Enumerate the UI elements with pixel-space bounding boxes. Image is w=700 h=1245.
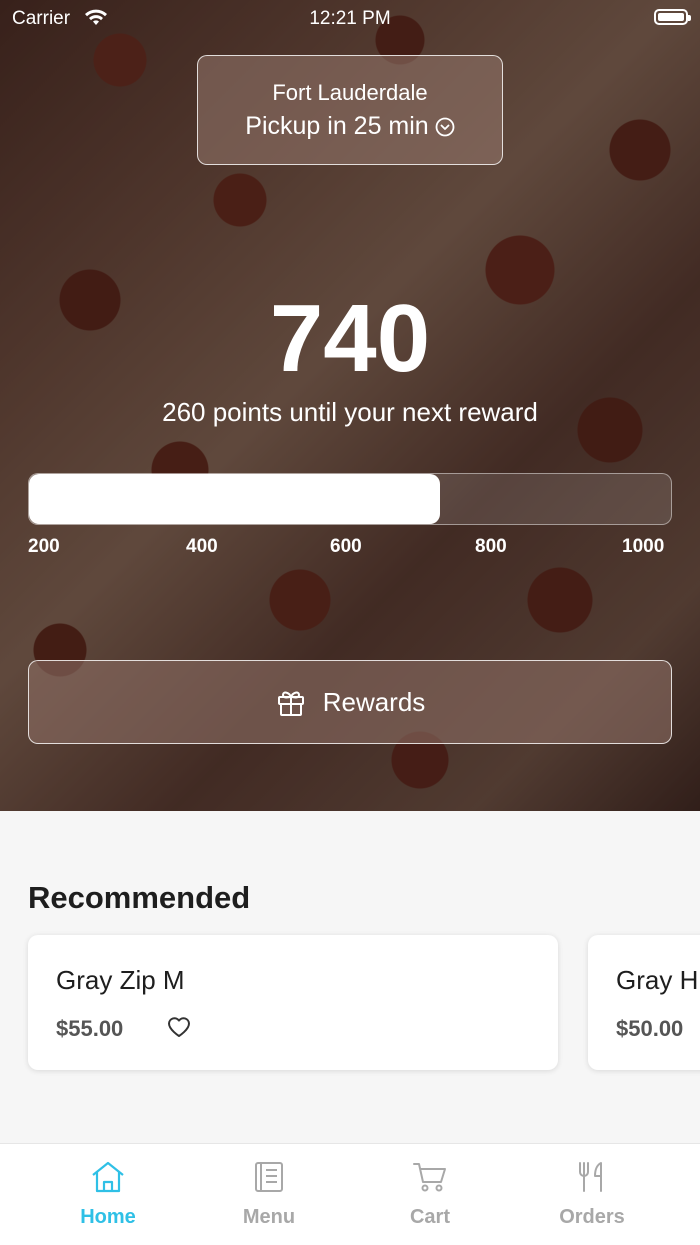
tab-cart-label: Cart: [409, 1206, 450, 1228]
rewards-button[interactable]: Rewards: [28, 660, 672, 744]
gift-icon: [277, 691, 304, 716]
chevron-down-circle-icon: [435, 117, 455, 137]
progress-tick-200: 200: [28, 536, 60, 557]
product-name: Gray Zip M: [56, 965, 185, 995]
rewards-progress-bar: [28, 473, 672, 525]
orders-icon: [579, 1162, 602, 1192]
pickup-time-label: Pickup in 25 min: [245, 112, 429, 140]
product-name: Gray H: [616, 965, 699, 995]
menu-icon: [255, 1162, 283, 1192]
tab-cart[interactable]: Cart: [360, 1160, 500, 1229]
status-bar: Carrier 12:21 PM: [0, 6, 700, 30]
heart-icon[interactable]: [166, 1015, 192, 1044]
location-city: Fort Lauderdale: [272, 80, 428, 105]
progress-tick-800: 800: [475, 536, 507, 557]
tab-home[interactable]: Home: [38, 1160, 178, 1229]
rewards-progress-fill: [29, 474, 440, 524]
tab-bar: Home Menu Cart Orders: [0, 1143, 700, 1245]
tab-orders-label: Orders: [559, 1206, 625, 1228]
battery-icon: [654, 9, 691, 25]
rewards-button-label: Rewards: [322, 686, 426, 717]
cart-icon: [413, 1163, 446, 1192]
progress-tick-600: 600: [330, 536, 362, 557]
pickup-time: Pickup in 25 min: [198, 112, 502, 141]
status-time: 12:21 PM: [309, 8, 391, 29]
progress-tick-400: 400: [186, 536, 218, 557]
recommended-heading: Recommended: [28, 880, 251, 915]
tab-home-label: Home: [80, 1206, 136, 1228]
product-price: $55.00: [56, 1016, 124, 1041]
tab-menu-label: Menu: [242, 1206, 296, 1228]
progress-tick-1000: 1000: [622, 536, 665, 557]
points-until-reward: 260 points until your next reward: [162, 397, 538, 427]
location-selector[interactable]: Fort Lauderdale Pickup in 25 min: [197, 55, 503, 165]
hero-background: Carrier 12:21 PM Fort Lauderdale Pickup …: [0, 0, 700, 811]
product-price: $50.00: [616, 1016, 684, 1041]
tab-orders[interactable]: Orders: [522, 1160, 662, 1229]
product-card[interactable]: Gray Zip M $55.00: [28, 935, 558, 1070]
tab-menu[interactable]: Menu: [199, 1160, 339, 1229]
home-icon: [92, 1161, 124, 1193]
product-card[interactable]: Gray H $50.00: [588, 935, 700, 1070]
points-total: 740: [269, 285, 431, 392]
